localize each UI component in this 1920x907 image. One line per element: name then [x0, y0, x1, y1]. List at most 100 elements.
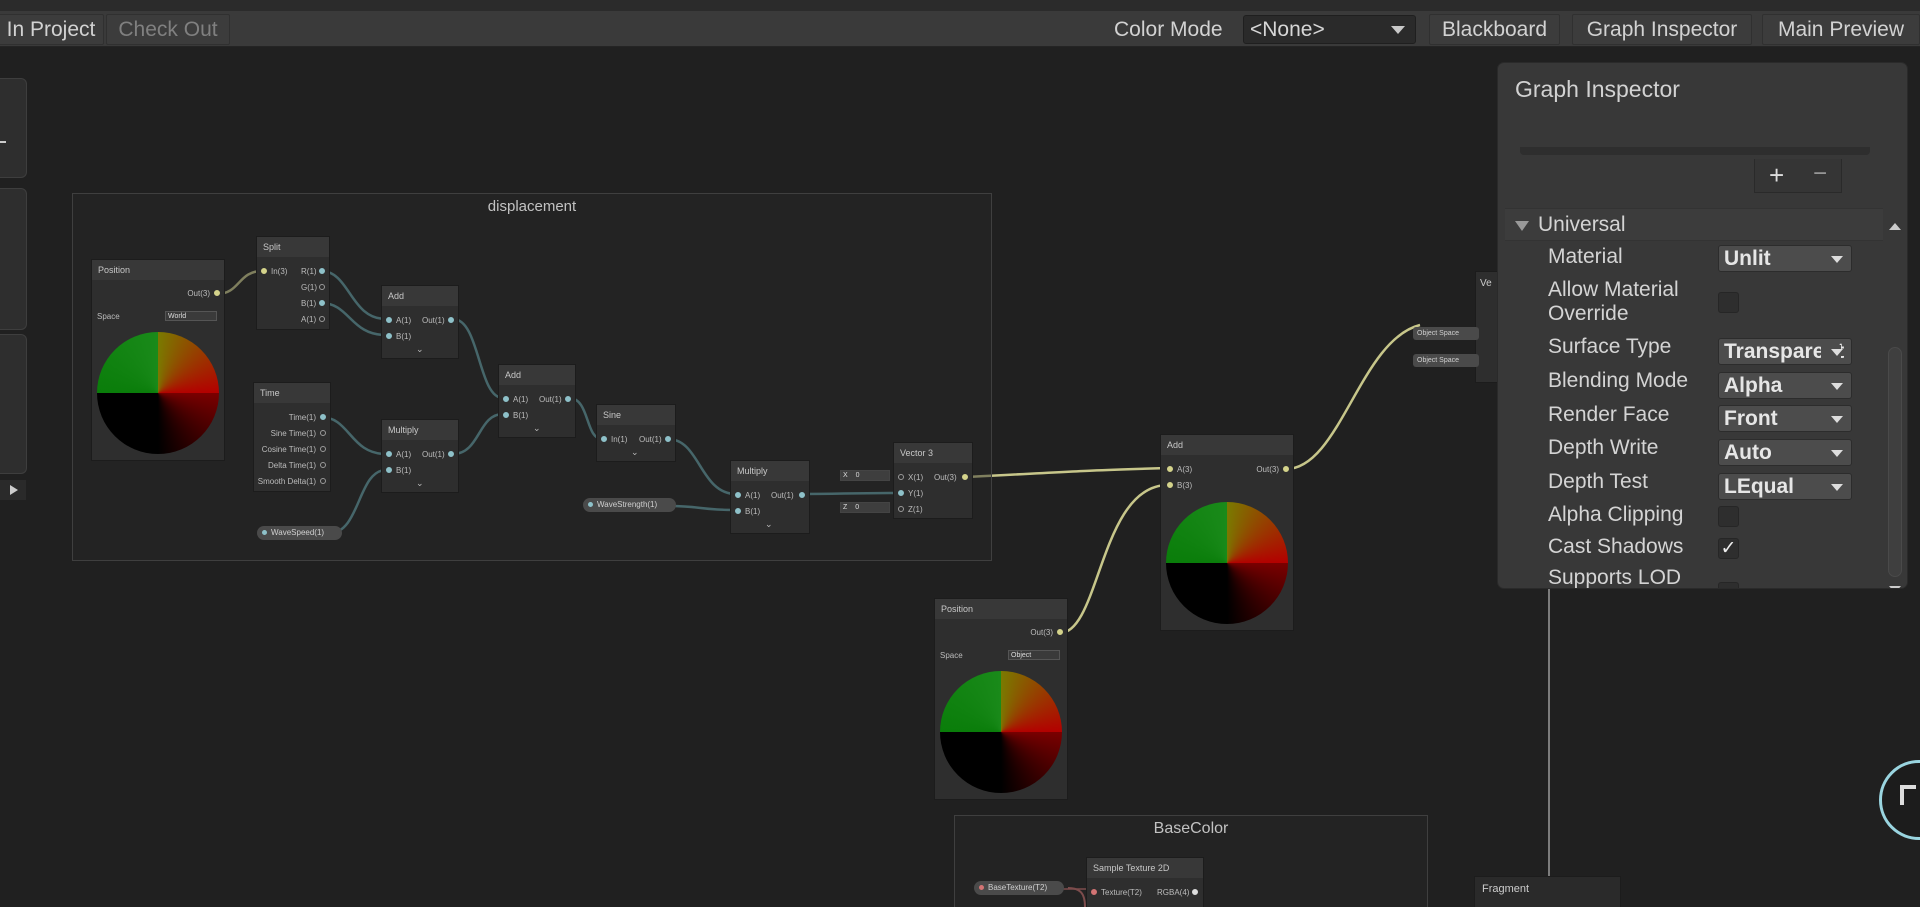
chevron-down-icon[interactable]: ⌄	[533, 423, 541, 434]
output-port-dot[interactable]	[448, 317, 454, 323]
cast-shadows-checkbox[interactable]: ✓	[1718, 538, 1739, 559]
input-port-dot[interactable]	[735, 492, 741, 498]
inspector-scrollbar[interactable]	[1883, 151, 1907, 588]
blending-mode-dropdown[interactable]: Alpha	[1718, 372, 1852, 399]
output-port-dot[interactable]	[320, 446, 326, 452]
z-input-field[interactable]: Z 0	[840, 502, 890, 513]
port-out: Out(1)	[422, 316, 445, 325]
output-port-dot[interactable]	[962, 474, 968, 480]
chevron-down-icon[interactable]: ⌄	[416, 478, 424, 489]
input-port-dot[interactable]	[898, 490, 904, 496]
input-port-dot[interactable]	[735, 508, 741, 514]
output-port-dot[interactable]	[320, 414, 326, 420]
input-port-dot[interactable]	[386, 467, 392, 473]
output-port-dot[interactable]	[214, 290, 220, 296]
alpha-clipping-checkbox[interactable]	[1718, 506, 1739, 527]
input-port-dot[interactable]	[261, 268, 267, 274]
output-port-dot[interactable]	[319, 268, 325, 274]
output-port-dot[interactable]	[320, 478, 326, 484]
section-title: Universal	[1538, 213, 1626, 236]
input-port-dot[interactable]	[503, 396, 509, 402]
allow-material-override-checkbox[interactable]	[1718, 292, 1739, 313]
port-out: Out(1)	[771, 491, 794, 500]
output-port-dot[interactable]	[565, 396, 571, 402]
input-port-dot[interactable]	[386, 451, 392, 457]
node-add-vector[interactable]: Add A(3) B(3) Out(3)	[1161, 435, 1293, 630]
surface-type-dropdown[interactable]: Transparent	[1718, 338, 1852, 365]
surface-type-label: Surface Type	[1548, 335, 1672, 358]
chevron-down-icon[interactable]: ⌄	[631, 447, 639, 458]
x-input-field[interactable]: X 0	[840, 470, 890, 481]
object-space-field[interactable]: Object Space	[1413, 327, 1479, 340]
output-port-dot[interactable]	[665, 436, 671, 442]
remove-item-button[interactable]: −	[1813, 160, 1827, 188]
port-out: Out(1)	[539, 395, 562, 404]
output-port-dot[interactable]	[319, 284, 325, 290]
add-item-button[interactable]: +	[1769, 160, 1784, 191]
property-wavestrength[interactable]: WaveStrength(1)	[583, 498, 676, 512]
group-title: displacement	[487, 198, 577, 215]
chevron-down-icon	[1831, 450, 1843, 457]
scrollbar-thumb[interactable]	[1888, 347, 1902, 577]
node-sine[interactable]: Sine In(1) Out(1) ⌄	[597, 405, 675, 461]
output-port-dot[interactable]	[319, 316, 325, 322]
output-port-dot[interactable]	[320, 430, 326, 436]
input-port-dot[interactable]	[1167, 466, 1173, 472]
node-add[interactable]: Add A(1) B(1) Out(1) ⌄	[499, 365, 575, 437]
input-port-dot[interactable]	[601, 436, 607, 442]
input-port-dot[interactable]	[503, 412, 509, 418]
node-title: Add	[382, 286, 458, 306]
output-port-dot[interactable]	[799, 492, 805, 498]
node-position-world[interactable]: Position Out(3) Space World	[92, 260, 224, 460]
render-face-dropdown[interactable]: Front	[1718, 405, 1852, 432]
port-b: B(1)	[301, 299, 317, 308]
z-field-label: Z	[843, 504, 848, 511]
output-port-dot[interactable]	[1283, 466, 1289, 472]
output-port-dot[interactable]	[319, 300, 325, 306]
section-universal[interactable]: Universal	[1505, 208, 1884, 241]
output-port-dot[interactable]	[1057, 629, 1063, 635]
property-basetexture[interactable]: BaseTexture(T2)	[974, 881, 1064, 895]
node-position-object[interactable]: Position Out(3) Space Object	[935, 599, 1067, 799]
space-dropdown[interactable]: World	[165, 311, 217, 321]
output-port-dot[interactable]	[1192, 889, 1198, 895]
port-out: Out(1)	[639, 435, 662, 444]
input-port-dot[interactable]	[386, 333, 392, 339]
port-b: B(1)	[513, 411, 529, 420]
depth-test-dropdown[interactable]: LEqual	[1718, 473, 1852, 500]
scroll-down-icon[interactable]	[1889, 586, 1901, 588]
input-port-dot[interactable]	[1091, 889, 1097, 895]
chevron-down-icon[interactable]: ⌄	[765, 519, 773, 530]
port-g: G(1)	[301, 283, 317, 292]
node-add[interactable]: Add A(1) B(1) Out(1) ⌄	[382, 286, 458, 358]
input-port-dot[interactable]	[1167, 482, 1173, 488]
node-vector3[interactable]: Vector 3 X(1) Y(1) Z(1) Out(3)	[894, 443, 972, 518]
fragment-context-node[interactable]: Fragment	[1475, 877, 1620, 907]
space-dropdown[interactable]: Object	[1008, 650, 1060, 660]
property-label: BaseTexture(T2)	[988, 883, 1048, 892]
node-title: Multiply	[731, 461, 809, 481]
alpha-clipping-label: Alpha Clipping	[1548, 503, 1684, 526]
supports-lod-checkbox[interactable]	[1718, 582, 1739, 588]
depth-write-dropdown[interactable]: Auto	[1718, 439, 1852, 466]
node-split[interactable]: Split In(3) R(1) G(1) B(1) A(1)	[257, 237, 329, 329]
node-time[interactable]: Time Time(1) Sine Time(1) Cosine Time(1)…	[254, 383, 330, 491]
node-sample-texture-2d[interactable]: Sample Texture 2D Texture(T2) RGBA(4)	[1087, 858, 1203, 907]
object-space-field[interactable]: Object Space	[1413, 354, 1479, 367]
material-dropdown[interactable]: Unlit	[1718, 245, 1852, 272]
chevron-down-icon[interactable]: ⌄	[416, 344, 424, 355]
output-port-dot[interactable]	[448, 451, 454, 457]
property-dot	[979, 885, 984, 890]
input-port-dot[interactable]	[898, 474, 904, 480]
input-port-dot[interactable]	[386, 317, 392, 323]
port-r: R(1)	[301, 267, 317, 276]
dropdown-value: Auto	[1724, 441, 1772, 464]
node-title: Time	[254, 383, 330, 403]
input-port-dot[interactable]	[898, 506, 904, 512]
property-wavespeed[interactable]: WaveSpeed(1)	[257, 526, 342, 540]
port-b: B(3)	[1177, 481, 1193, 490]
scroll-up-icon[interactable]	[1889, 223, 1901, 230]
output-port-dot[interactable]	[320, 462, 326, 468]
node-multiply[interactable]: Multiply A(1) B(1) Out(1) ⌄	[731, 461, 809, 533]
node-multiply[interactable]: Multiply A(1) B(1) Out(1) ⌄	[382, 420, 458, 492]
